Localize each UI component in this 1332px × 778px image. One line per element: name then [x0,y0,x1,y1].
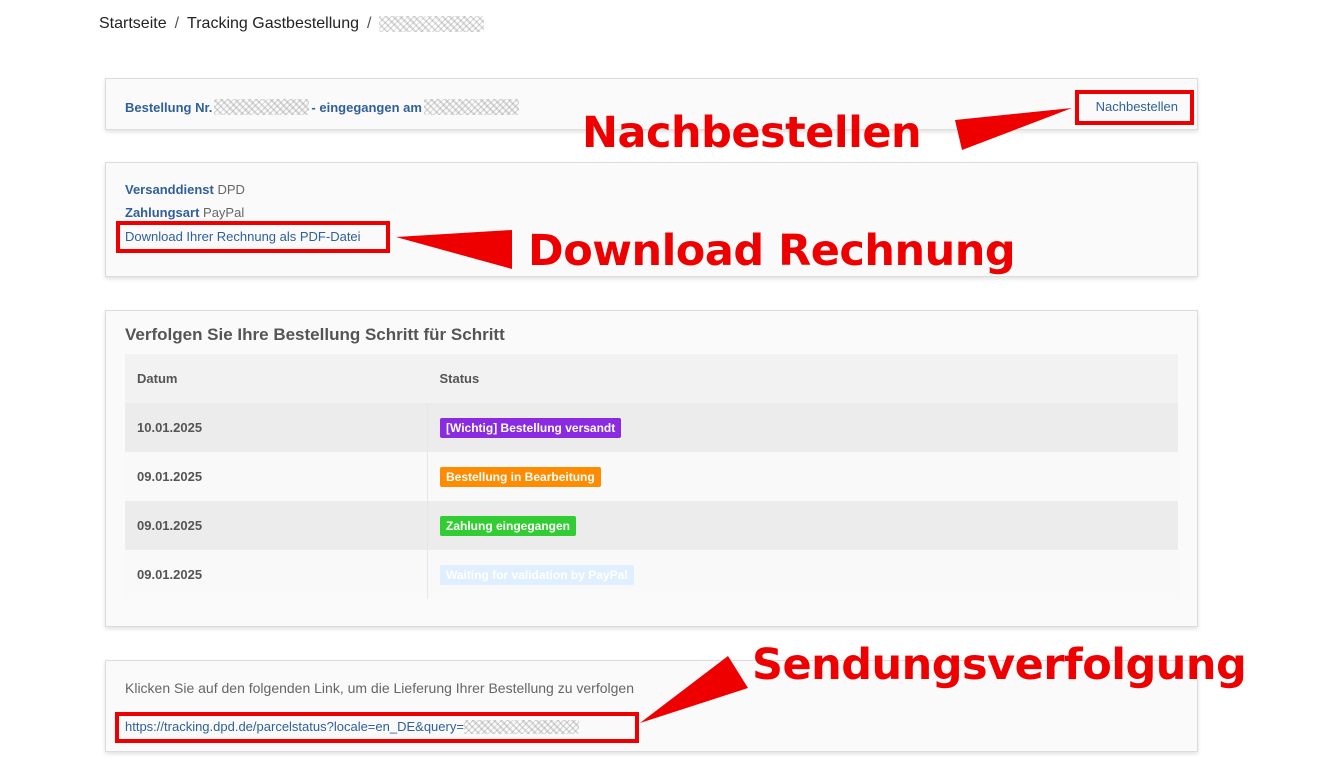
arrow-to-invoice [396,230,512,269]
callout-invoice: Download Rechnung [528,226,1016,276]
arrow-to-reorder [955,108,1072,150]
callout-tracking: Sendungsverfolgung [752,640,1247,690]
arrow-to-tracking-link [640,656,748,723]
callout-reorder: Nachbestellen [582,108,922,158]
